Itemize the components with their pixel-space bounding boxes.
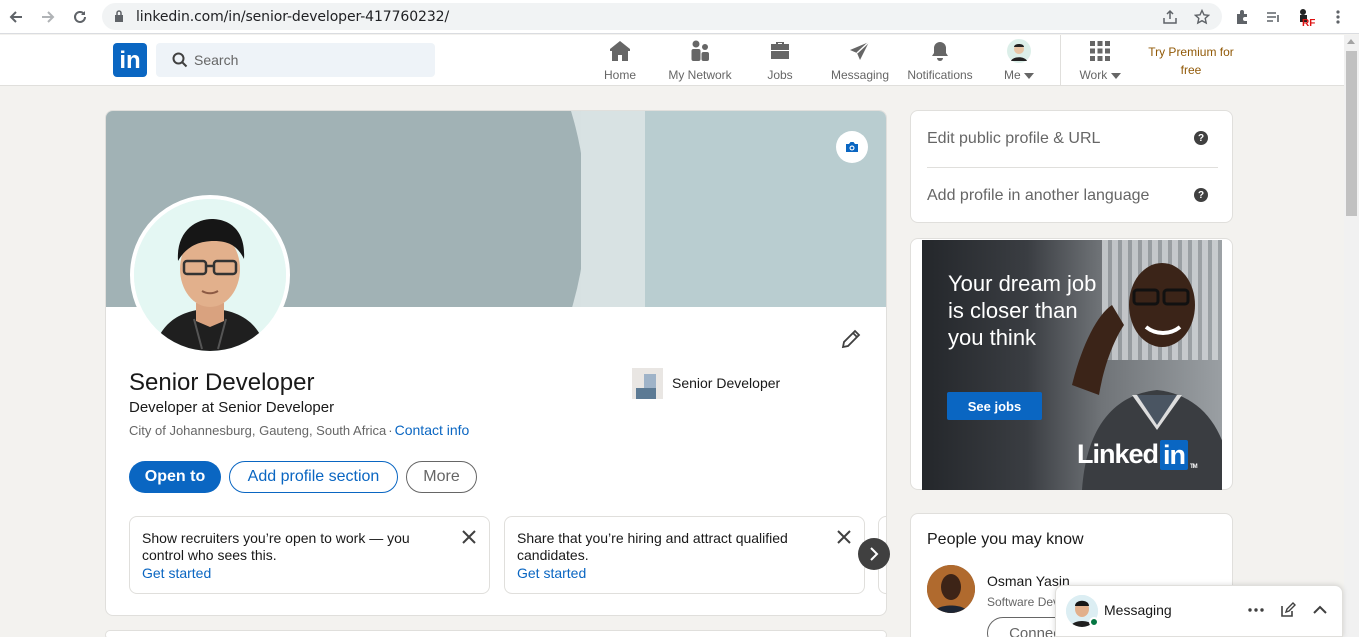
add-language-label: Add profile in another language <box>927 187 1150 204</box>
help-icon[interactable]: ? <box>1194 188 1208 202</box>
company-logo <box>632 367 663 399</box>
network-icon <box>687 39 713 63</box>
nav-jobs-label: Jobs <box>767 68 793 82</box>
add-profile-section-button[interactable]: Add profile section <box>229 461 398 493</box>
hiring-tile: Share that you’re hiring and attract qua… <box>504 516 865 594</box>
bookmark-star-icon[interactable] <box>1192 7 1212 27</box>
company-name: Senior Developer <box>672 375 781 391</box>
chevron-down-icon <box>1024 72 1034 79</box>
grid-icon <box>1087 39 1113 63</box>
get-started-link[interactable]: Get started <box>142 565 211 581</box>
nav-notifications-label: Notifications <box>907 68 973 82</box>
home-icon <box>607 39 633 63</box>
current-company[interactable]: Senior Developer <box>632 367 780 399</box>
camera-icon[interactable] <box>836 131 868 163</box>
ad-card: Your dream job is closer than you think … <box>910 238 1233 490</box>
share-icon[interactable] <box>1160 7 1180 27</box>
me-avatar <box>1006 39 1032 63</box>
profile-settings-card: Edit public profile & URL ? Add profile … <box>910 110 1233 223</box>
chevron-down-icon <box>1110 72 1121 79</box>
tile-text: Show recruiters you’re open to work — yo… <box>142 530 410 563</box>
person-avatar[interactable] <box>927 565 975 613</box>
more-button[interactable]: More <box>406 461 477 493</box>
svg-text:RF: RF <box>1302 18 1315 27</box>
linkedin-global-nav: in Home My Network Jobs Messaging Notifi… <box>0 35 1344 86</box>
nav-divider <box>1060 35 1061 86</box>
edit-pencil-icon[interactable] <box>839 327 863 351</box>
pymk-heading: People you may know <box>927 531 1084 548</box>
contact-info-link[interactable]: Contact info <box>395 422 470 438</box>
url-text: linkedin.com/in/senior-developer-4177602… <box>136 9 450 25</box>
address-bar[interactable]: linkedin.com/in/senior-developer-4177602… <box>102 3 1222 30</box>
nav-messaging-label: Messaging <box>830 68 890 82</box>
reload-icon[interactable] <box>68 5 92 29</box>
lock-icon <box>115 10 123 22</box>
search-input[interactable] <box>194 43 424 77</box>
briefcase-icon <box>767 39 793 63</box>
add-language-profile-link[interactable]: Add profile in another language ? <box>927 168 1218 224</box>
edit-public-profile-label: Edit public profile & URL <box>927 130 1101 147</box>
nav-me[interactable]: Me <box>999 39 1039 83</box>
next-section-card <box>105 630 887 637</box>
search-box[interactable] <box>156 43 435 77</box>
nav-work-label: Work <box>1079 68 1121 82</box>
nav-me-label: Me <box>1004 68 1034 82</box>
more-options-icon[interactable] <box>1246 600 1266 620</box>
messaging-label: Messaging <box>1104 602 1172 618</box>
get-started-link[interactable]: Get started <box>517 565 586 581</box>
profile-location: City of Johannesburg, Gauteng, South Afr… <box>129 423 387 438</box>
extension-rf-icon[interactable]: RF <box>1294 6 1316 28</box>
back-arrow-icon[interactable] <box>4 5 28 29</box>
online-status-dot <box>1089 617 1099 627</box>
search-icon <box>172 52 188 68</box>
see-jobs-button[interactable]: See jobs <box>947 392 1042 420</box>
nav-home[interactable]: Home <box>600 39 640 83</box>
browser-menu-icon[interactable] <box>1327 6 1349 28</box>
profile-card: Senior Developer Developer at Senior Dev… <box>105 110 887 616</box>
carousel-next-button[interactable] <box>858 538 890 570</box>
bell-icon <box>927 39 953 63</box>
compose-icon[interactable] <box>1278 600 1298 620</box>
nav-work[interactable]: Work <box>1075 39 1125 83</box>
edit-public-profile-link[interactable]: Edit public profile & URL ? <box>927 111 1218 167</box>
nav-messaging[interactable]: Messaging <box>828 39 892 83</box>
nav-my-network[interactable]: My Network <box>664 39 736 83</box>
send-icon <box>847 39 873 63</box>
profile-photo[interactable] <box>130 195 290 355</box>
nav-my-network-label: My Network <box>668 68 732 82</box>
profile-name: Senior Developer <box>129 369 315 396</box>
chevron-right-icon <box>870 547 879 561</box>
close-icon[interactable] <box>836 529 852 545</box>
profile-headline: Developer at Senior Developer <box>129 399 335 416</box>
separator-dot: · <box>388 423 393 438</box>
extensions-puzzle-icon[interactable] <box>1231 6 1253 28</box>
browser-toolbar: linkedin.com/in/senior-developer-4177602… <box>0 0 1359 34</box>
nav-notifications[interactable]: Notifications <box>902 39 978 83</box>
linkedin-logo[interactable]: in <box>113 43 147 77</box>
page-scrollbar[interactable] <box>1344 35 1359 637</box>
help-icon[interactable]: ? <box>1194 131 1208 145</box>
open-to-button[interactable]: Open to <box>129 461 221 493</box>
nav-home-label: Home <box>603 68 636 82</box>
jobs-ad-banner[interactable]: Your dream job is closer than you think … <box>922 240 1222 490</box>
ad-copy: Your dream job is closer than you think <box>948 271 1097 350</box>
nav-jobs[interactable]: Jobs <box>760 39 800 83</box>
forward-arrow-icon[interactable] <box>36 5 60 29</box>
profile-location-row: City of Johannesburg, Gauteng, South Afr… <box>129 422 469 438</box>
scroll-up-arrow-icon[interactable] <box>1347 39 1355 44</box>
scrollbar-thumb[interactable] <box>1346 51 1357 216</box>
reading-list-icon[interactable] <box>1262 6 1284 28</box>
person-title: Software Dev <box>987 595 1060 609</box>
close-icon[interactable] <box>461 529 477 545</box>
tile-text: Share that you’re hiring and attract qua… <box>517 530 788 563</box>
messaging-overlay[interactable]: Messaging <box>1055 585 1343 637</box>
chevron-up-icon[interactable] <box>1310 600 1330 620</box>
linkedin-ad-logo: Linked in TM <box>1077 439 1198 470</box>
try-premium-link[interactable]: Try Premium for free <box>1140 43 1242 79</box>
open-to-work-tile: Show recruiters you’re open to work — yo… <box>129 516 490 594</box>
